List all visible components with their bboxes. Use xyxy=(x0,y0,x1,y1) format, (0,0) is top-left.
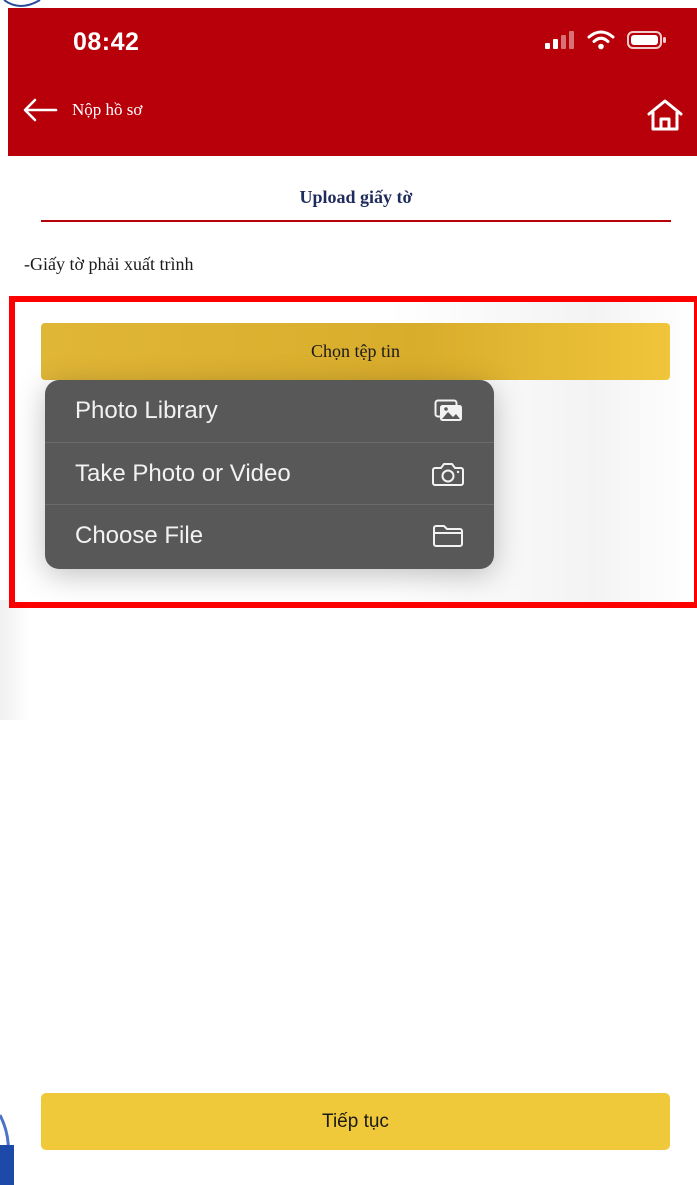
battery-icon xyxy=(627,30,667,50)
choose-file-button[interactable]: Chọn tệp tin xyxy=(41,323,670,380)
home-button[interactable] xyxy=(643,96,687,136)
status-icons xyxy=(545,30,667,50)
folder-icon xyxy=(432,524,464,548)
document-requirement-text: -Giấy tờ phải xuất trình xyxy=(24,254,194,274)
home-icon xyxy=(643,96,687,136)
status-time: 08:42 xyxy=(73,28,140,56)
menu-item-label: Photo Library xyxy=(75,397,218,424)
emblem-fragment-icon xyxy=(0,1105,14,1185)
cellular-signal-icon xyxy=(545,31,575,49)
header-title: Nộp hồ sơ xyxy=(72,100,143,119)
background-shadow xyxy=(0,600,30,720)
camera-icon xyxy=(432,461,464,487)
menu-item-label: Take Photo or Video xyxy=(75,459,291,487)
back-button[interactable]: Nộp hồ sơ xyxy=(22,98,142,122)
continue-button[interactable]: Tiếp tục xyxy=(41,1093,670,1150)
arrow-left-icon xyxy=(22,98,58,122)
section-title: Upload giấy tờ xyxy=(299,187,413,207)
file-picker-menu: Photo Library Take Photo or Video Choose… xyxy=(45,380,494,569)
menu-item-choose-file[interactable]: Choose File xyxy=(45,504,494,566)
section-divider xyxy=(41,220,671,222)
menu-item-label: Choose File xyxy=(75,521,204,549)
app-header: 08:42 Nộp hồ sơ xyxy=(8,8,697,156)
menu-item-take-photo[interactable]: Take Photo or Video xyxy=(45,442,494,504)
menu-item-photo-library[interactable]: Photo Library xyxy=(45,380,494,442)
wifi-icon xyxy=(587,30,615,50)
photo-library-icon xyxy=(434,399,464,423)
upload-documents-screen: 08:42 Nộp hồ sơ Upload giấy tờ -Giấy tờ … xyxy=(0,0,697,1185)
